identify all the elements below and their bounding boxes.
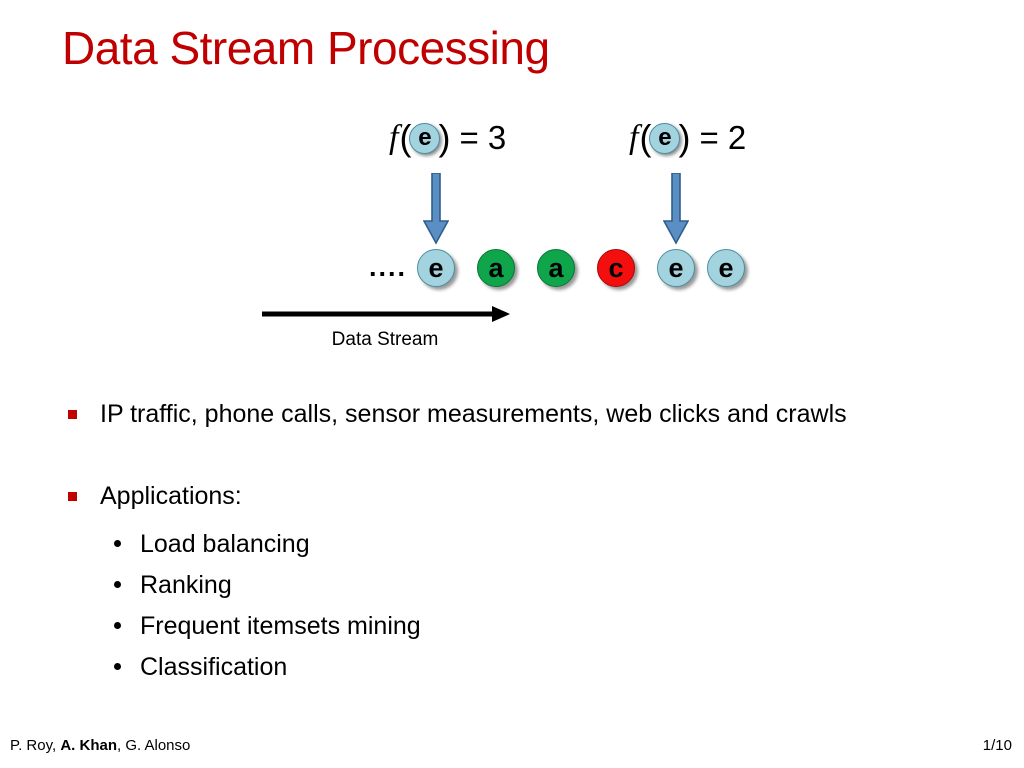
stream-token: a	[537, 249, 575, 287]
stream-token: a	[477, 249, 515, 287]
page-title: Data Stream Processing	[62, 22, 550, 74]
sub-bullet-label: Ranking	[140, 571, 232, 599]
body-content: IP traffic, phone calls, sensor measurem…	[62, 398, 982, 688]
down-arrow-icon	[423, 173, 449, 245]
formula-token-e: e	[649, 122, 681, 154]
stream-token: c	[597, 249, 635, 287]
sub-bullet-item: Load balancing	[106, 524, 982, 565]
sub-bullet-list: Load balancing Ranking Frequent itemsets…	[62, 524, 982, 688]
bullet-item: Applications:	[62, 480, 982, 512]
sub-bullet-item: Ranking	[106, 565, 982, 606]
bullet-item: IP traffic, phone calls, sensor measurem…	[62, 398, 982, 430]
footer-authors: P. Roy, A. Khan, G. Alonso	[10, 736, 190, 756]
formula-token-e: e	[409, 122, 441, 154]
stream-token: e	[657, 249, 695, 287]
formula-result: = 2	[699, 119, 747, 156]
dot-bullet-icon	[114, 581, 121, 588]
sub-bullet-label: Load balancing	[140, 530, 310, 558]
stream-token: e	[707, 249, 745, 287]
close-paren: )	[678, 117, 691, 158]
footer-author-highlight: A. Khan	[60, 737, 117, 754]
frequency-formula-2: f ( e ) = 2	[629, 118, 746, 158]
sub-bullet-label: Classification	[140, 653, 288, 681]
sub-bullet-item: Frequent itemsets mining	[106, 606, 982, 647]
close-paren: )	[438, 117, 451, 158]
square-bullet-icon	[68, 410, 77, 419]
frequency-formula-1: f ( e ) = 3	[389, 118, 506, 158]
slide-number: 1/10	[982, 737, 1012, 754]
stream-direction-arrow-icon	[262, 306, 510, 322]
stream-ellipsis: ....	[369, 252, 408, 282]
down-arrow-icon	[663, 173, 689, 245]
bullet-label: Applications:	[100, 482, 242, 510]
bullet-label: IP traffic, phone calls, sensor measurem…	[100, 400, 847, 428]
formula-result: = 3	[459, 119, 507, 156]
dot-bullet-icon	[114, 540, 121, 547]
dot-bullet-icon	[114, 622, 121, 629]
function-letter: f	[629, 119, 639, 156]
sub-bullet-label: Frequent itemsets mining	[140, 612, 421, 640]
square-bullet-icon	[68, 492, 77, 501]
sub-bullet-item: Classification	[106, 647, 982, 688]
footer-author-rest: , G. Alonso	[116, 737, 191, 754]
bullet-spacer	[62, 430, 982, 480]
slide-canvas: Data Stream Processing f ( e ) = 3 f ( e…	[0, 0, 1024, 768]
stream-axis-label: Data Stream	[331, 329, 439, 350]
footer-author-first: P. Roy,	[10, 737, 61, 754]
dot-bullet-icon	[114, 663, 121, 670]
stream-token: e	[417, 249, 455, 287]
function-letter: f	[389, 119, 399, 156]
